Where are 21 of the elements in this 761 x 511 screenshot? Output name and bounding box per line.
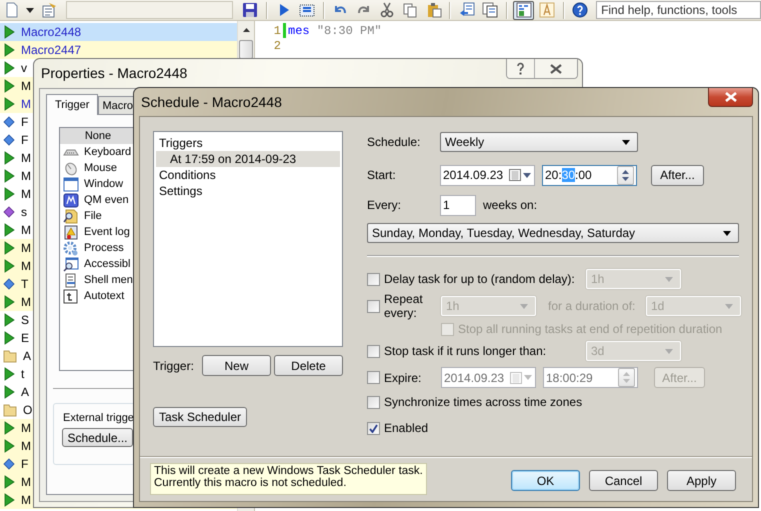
checkbox-label: Delay task for up to (random delay): — [384, 272, 576, 286]
code-line: mes "8:30 PM" — [288, 23, 382, 38]
field-label: Schedule: — [367, 135, 422, 149]
info-text: Currently this macro is not scheduled. — [154, 477, 348, 489]
checkbox-label: Stop task if it runs longer than: — [384, 344, 548, 358]
checkbox-label: Repeat every: — [384, 292, 424, 320]
group-label: External trigge — [63, 412, 134, 424]
line-number: 2 — [274, 38, 282, 53]
checkbox-label: Enabled — [384, 421, 430, 435]
field-label: Every: — [367, 198, 402, 212]
window-title: Properties - Macro2448 — [41, 65, 188, 81]
field-label: Trigger: — [153, 358, 195, 372]
field-label: Start: — [367, 168, 397, 182]
info-text: This will create a new Windows Task Scheduler task. — [154, 465, 423, 477]
checkbox-label: Synchronize times across time zones — [384, 395, 584, 409]
checkbox-label: Stop all running tasks at end of repetition duration — [458, 322, 724, 336]
field-label: for a duration of: — [548, 299, 636, 313]
window-title: Schedule - Macro2448 — [141, 94, 282, 110]
field-label: weeks on: — [483, 198, 538, 212]
checkbox-label: Expire: — [384, 370, 422, 384]
line-number: 1 — [274, 23, 282, 38]
